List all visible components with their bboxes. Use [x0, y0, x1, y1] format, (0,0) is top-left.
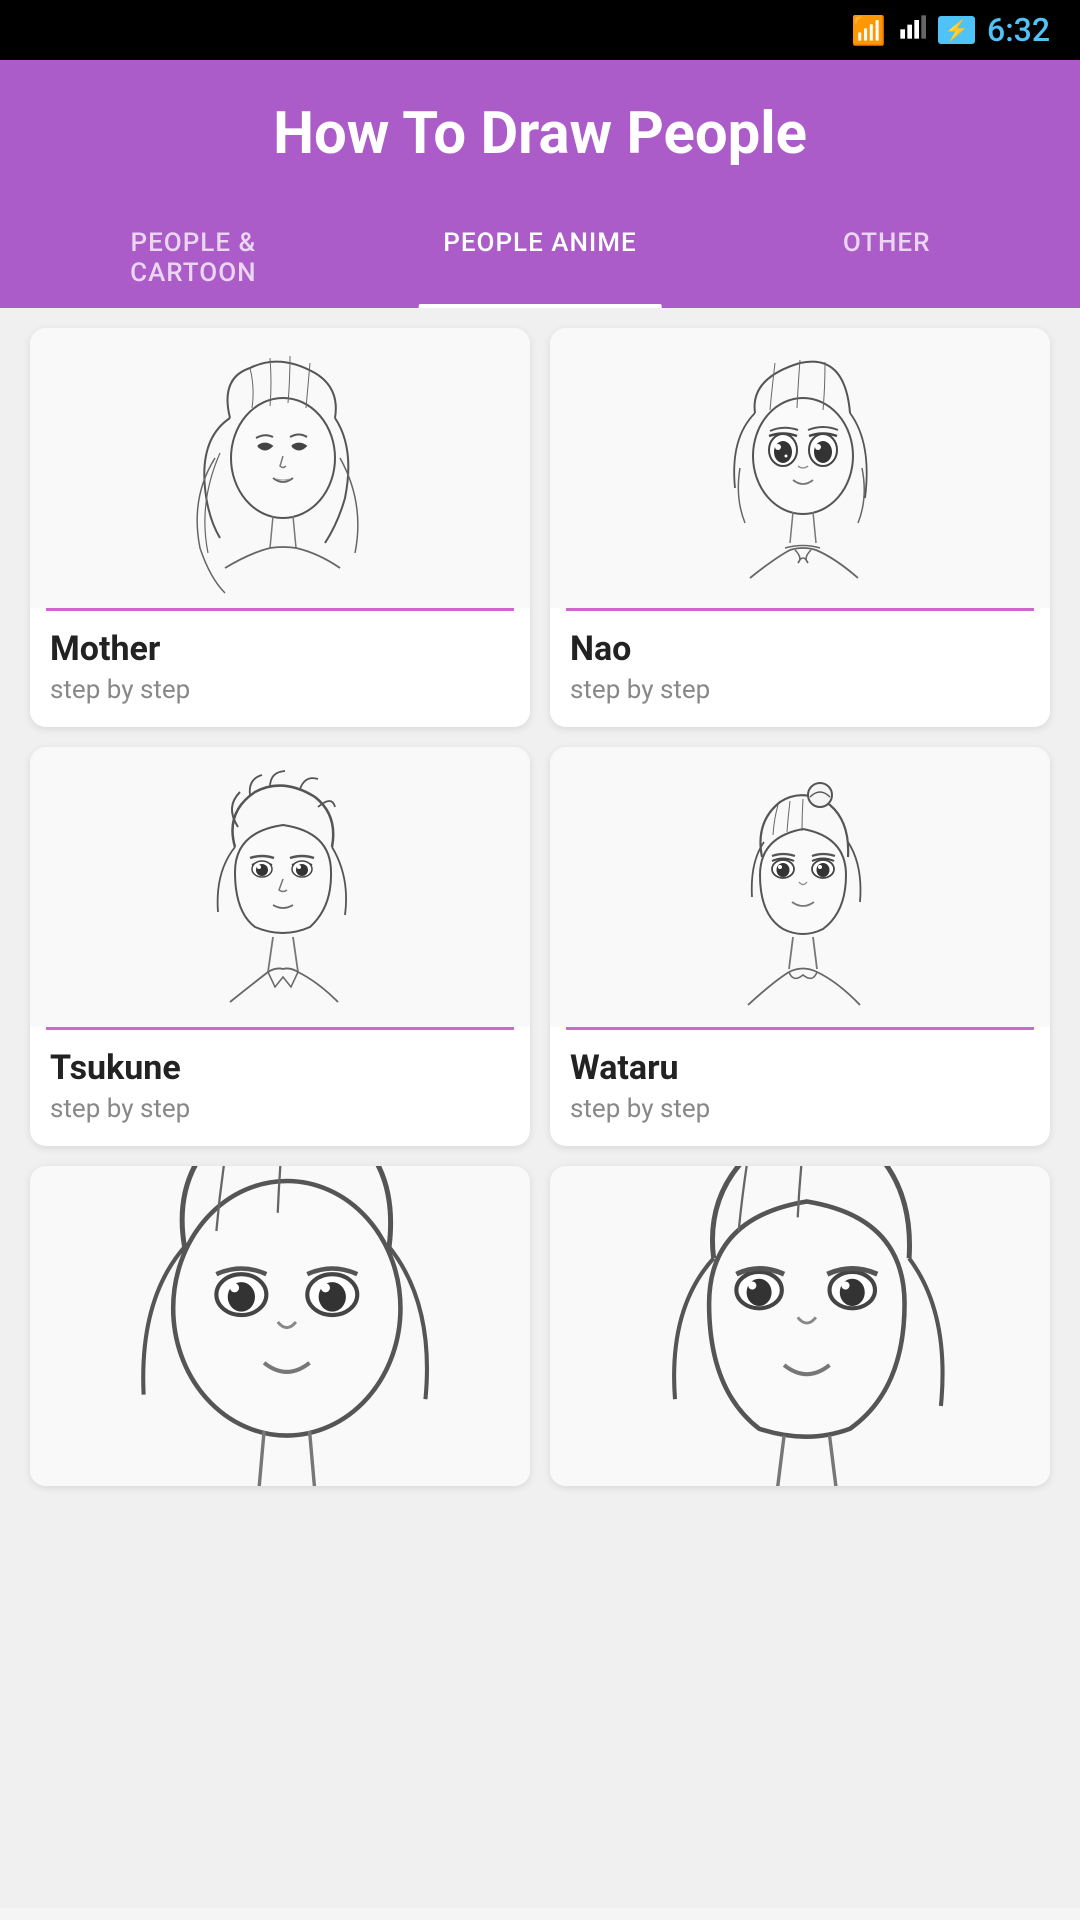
card-image-mother: [30, 328, 530, 608]
card-image-tsukune: [30, 747, 530, 1027]
app-header: How To Draw People PEOPLE & CARTOON PEOP…: [0, 60, 1080, 308]
card-info-tsukune: Tsukune step by step: [30, 1030, 530, 1146]
tab-bar: PEOPLE & CARTOON PEOPLE ANIME OTHER: [20, 208, 1060, 308]
card-mother[interactable]: Mother step by step: [30, 328, 530, 727]
card-title-mother: Mother: [50, 629, 510, 669]
partial-card-image-left: [30, 1166, 530, 1486]
partial-cards-row: [30, 1166, 1050, 1486]
app-title: How To Draw People: [20, 100, 1060, 208]
tab-other[interactable]: OTHER: [713, 208, 1060, 308]
card-nao[interactable]: Nao step by step: [550, 328, 1050, 727]
tab-people-anime[interactable]: PEOPLE ANIME: [367, 208, 714, 308]
clock: 6:32: [987, 11, 1050, 49]
card-wataru[interactable]: Wataru step by step: [550, 747, 1050, 1146]
card-subtitle-tsukune: step by step: [50, 1094, 510, 1124]
card-title-wataru: Wataru: [570, 1048, 1030, 1088]
main-content: Mother step by step: [0, 308, 1080, 1908]
partial-card-right[interactable]: [550, 1166, 1050, 1486]
card-info-wataru: Wataru step by step: [550, 1030, 1050, 1146]
cards-grid: Mother step by step: [30, 328, 1050, 1146]
battery-icon: ⚡: [938, 16, 975, 44]
card-image-wataru: [550, 747, 1050, 1027]
card-subtitle-wataru: step by step: [570, 1094, 1030, 1124]
wifi-icon: 📶: [851, 14, 886, 47]
card-title-tsukune: Tsukune: [50, 1048, 510, 1088]
card-tsukune[interactable]: Tsukune step by step: [30, 747, 530, 1146]
card-image-nao: [550, 328, 1050, 608]
partial-card-left[interactable]: [30, 1166, 530, 1486]
signal-icon: [898, 13, 926, 48]
card-title-nao: Nao: [570, 629, 1030, 669]
status-icons: 📶 ⚡ 6:32: [851, 11, 1050, 49]
tab-people-cartoon[interactable]: PEOPLE & CARTOON: [20, 208, 367, 308]
status-bar: 📶 ⚡ 6:32: [0, 0, 1080, 60]
card-subtitle-nao: step by step: [570, 675, 1030, 705]
card-info-mother: Mother step by step: [30, 611, 530, 727]
card-subtitle-mother: step by step: [50, 675, 510, 705]
card-info-nao: Nao step by step: [550, 611, 1050, 727]
partial-card-image-right: [550, 1166, 1050, 1486]
